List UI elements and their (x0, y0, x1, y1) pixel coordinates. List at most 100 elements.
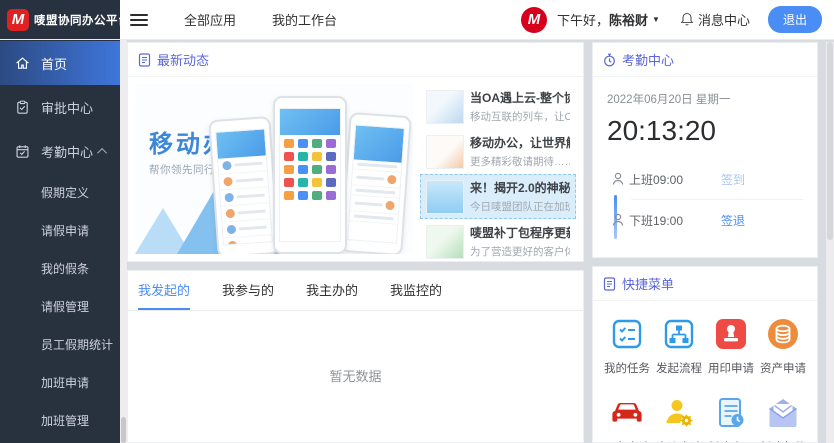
sidebar: 首页 审批中心 考勤中心 假期定义 请假申请 我的假条 请假管理 员工假期统计 … (0, 40, 120, 443)
chevron-up-icon (97, 147, 107, 157)
sidebar-subitem-overtime-management[interactable]: 加班管理 (0, 401, 120, 439)
quick-menu-header: 快捷菜单 (593, 267, 817, 301)
quick-item-vehicle-request[interactable]: 用车申请 (601, 396, 653, 443)
latest-news-header: 最新动态 (128, 43, 583, 77)
page-scrollbar-thumb[interactable] (827, 42, 833, 240)
task-list-icon (610, 317, 644, 351)
latest-news-title: 最新动态 (157, 50, 209, 69)
logout-button[interactable]: 退出 (768, 6, 822, 33)
tab-initiated-by-me[interactable]: 我发起的 (138, 271, 190, 310)
sidebar-subitem-leave-request[interactable]: 请假申请 (0, 211, 120, 249)
quick-item-meeting-request[interactable]: 会议申请 (653, 396, 705, 443)
right-column: 考勤中心 2022年06月20日 星期一 20:13:20 上班09:00 签到 (592, 42, 818, 443)
quick-item-label: 新建合同 (708, 439, 754, 443)
checkout-link[interactable]: 签退 (721, 212, 745, 229)
quick-item-label: 发起流程 (656, 360, 702, 376)
checkout-label: 下班19:00 (629, 212, 683, 229)
checkin-label: 上班09:00 (629, 171, 683, 188)
message-center-link[interactable]: 消息中心 (698, 10, 750, 29)
chevron-down-icon[interactable]: ▼ (652, 15, 660, 24)
greeting-text: 下午好， (557, 13, 609, 28)
phone-mockup (340, 112, 412, 254)
quick-item-new-contract[interactable]: 新建合同 (705, 396, 757, 443)
stamp-icon (714, 317, 748, 351)
quick-menu-title: 快捷菜单 (622, 274, 674, 293)
sidebar-subitem-overtime-request[interactable]: 加班申请 (0, 363, 120, 401)
news-desc: 移动互联的列车，让OA与云 (470, 109, 570, 124)
news-item[interactable]: 当OA遇上云-整个协同OA 移动互联的列车，让OA与云 (420, 84, 576, 129)
sidebar-item-label: 首页 (41, 54, 67, 73)
sidebar-scrollbar-thumb[interactable] (121, 417, 126, 443)
news-title: 当OA遇上云-整个协同OA (470, 89, 570, 106)
sidebar-item-home[interactable]: 首页 (0, 41, 120, 85)
brand: M 唛盟协同办公平台 (0, 0, 120, 39)
tab-participated-by-me[interactable]: 我参与的 (222, 271, 274, 310)
news-thumbnail (426, 225, 464, 259)
sidebar-subitem-my-leave-slips[interactable]: 我的假条 (0, 249, 120, 287)
quick-item-new-mail[interactable]: 新建邮件 (757, 396, 809, 443)
person-icon (607, 171, 629, 187)
sidebar-item-approval-center[interactable]: 审批中心 (0, 85, 120, 129)
user-greeting[interactable]: 下午好，陈裕财 (557, 10, 648, 29)
hamburger-menu-icon[interactable] (130, 11, 148, 29)
document-icon (603, 277, 616, 291)
checkin-link[interactable]: 签到 (721, 171, 745, 188)
sidebar-subitem-employee-leave-stats[interactable]: 员工假期统计 (0, 325, 120, 363)
my-tasks-panel: 我发起的 我参与的 我主办的 我监控的 暂无数据 (127, 270, 584, 443)
sidebar-subitem-leave-management[interactable]: 请假管理 (0, 287, 120, 325)
app-title: 唛盟协同办公平台 (34, 12, 130, 28)
news-body: 移动办公 帮你领先同行 把工作带出办公室 (128, 77, 583, 261)
quick-item-label: 用车申请 (604, 439, 650, 443)
quick-item-start-process[interactable]: 发起流程 (653, 317, 705, 376)
quick-item-asset-request[interactable]: 资产申请 (757, 317, 809, 376)
header-right: M 下午好，陈裕财 ▼ 消息中心 退出 (521, 6, 834, 33)
news-thumbnail (426, 135, 464, 169)
nav-all-apps[interactable]: 全部应用 (184, 10, 236, 29)
phone-mockup (273, 96, 347, 254)
person-icon (607, 212, 629, 228)
brand-logo-icon: M (7, 9, 29, 31)
news-item-active[interactable]: 来！揭开2.0的神秘面纱- 今日唛盟团队正在加班加点， (420, 174, 576, 219)
nav-my-workbench[interactable]: 我的工作台 (272, 10, 337, 29)
quick-item-label: 我的任务 (604, 360, 650, 376)
meeting-person-icon (662, 396, 696, 430)
news-item[interactable]: 移动办公，让世界触手可 更多精彩敬请期待…… (420, 129, 576, 174)
news-desc: 为了营造更好的客户体验，唛 (470, 244, 570, 259)
mobile-office-banner[interactable]: 移动办公 帮你领先同行 把工作带出办公室 (135, 84, 413, 254)
car-icon (610, 396, 644, 430)
quick-item-seal-request[interactable]: 用印申请 (705, 317, 757, 376)
attendance-title: 考勤中心 (622, 50, 674, 69)
news-desc: 今日唛盟团队正在加班加点， (470, 199, 570, 214)
news-list: 当OA遇上云-整个协同OA 移动互联的列车，让OA与云 移动办公，让世界触手可 … (420, 84, 576, 254)
empty-state-text: 暂无数据 (128, 311, 583, 385)
sidebar-item-label: 审批中心 (41, 98, 93, 117)
tab-hosted-by-me[interactable]: 我主办的 (306, 271, 358, 310)
latest-news-panel: 最新动态 移动办公 帮你领先同行 把工作带出办公室 (127, 42, 584, 262)
page-scrollbar[interactable] (826, 42, 834, 443)
news-title: 唛盟补丁包程序更新 (470, 224, 570, 241)
news-title: 来！揭开2.0的神秘面纱- (470, 179, 570, 196)
task-tabbar: 我发起的 我参与的 我主办的 我监控的 (128, 271, 583, 311)
news-item[interactable]: 唛盟补丁包程序更新 为了营造更好的客户体验，唛 (420, 219, 576, 261)
attendance-body: 2022年06月20日 星期一 20:13:20 上班09:00 签到 下班19… (593, 77, 817, 257)
quick-item-label: 新建邮件 (760, 439, 806, 443)
contract-icon (714, 396, 748, 430)
sidebar-subitem-holiday-definition[interactable]: 假期定义 (0, 173, 120, 211)
flowchart-icon (662, 317, 696, 351)
sidebar-item-attendance-center[interactable]: 考勤中心 (0, 129, 120, 173)
attendance-panel: 考勤中心 2022年06月20日 星期一 20:13:20 上班09:00 签到 (592, 42, 818, 258)
tab-monitored-by-me[interactable]: 我监控的 (390, 271, 442, 310)
sidebar-scrollbar[interactable] (120, 40, 127, 443)
bell-icon[interactable] (680, 12, 694, 27)
checkout-row: 下班19:00 签退 (607, 204, 803, 236)
quick-item-my-tasks[interactable]: 我的任务 (601, 317, 653, 376)
attendance-header: 考勤中心 (593, 43, 817, 77)
main-content: 最新动态 移动办公 帮你领先同行 把工作带出办公室 (127, 40, 834, 443)
left-column: 最新动态 移动办公 帮你领先同行 把工作带出办公室 (127, 42, 584, 443)
header: M 唛盟协同办公平台 全部应用 我的工作台 M 下午好，陈裕财 ▼ 消息中心 退… (0, 0, 834, 40)
user-avatar[interactable]: M (521, 7, 547, 33)
header-main: 全部应用 我的工作台 M 下午好，陈裕财 ▼ 消息中心 退出 (120, 0, 834, 39)
news-title: 移动办公，让世界触手可 (470, 134, 570, 151)
news-thumbnail (426, 180, 464, 214)
attendance-clock: 20:13:20 (607, 115, 803, 147)
